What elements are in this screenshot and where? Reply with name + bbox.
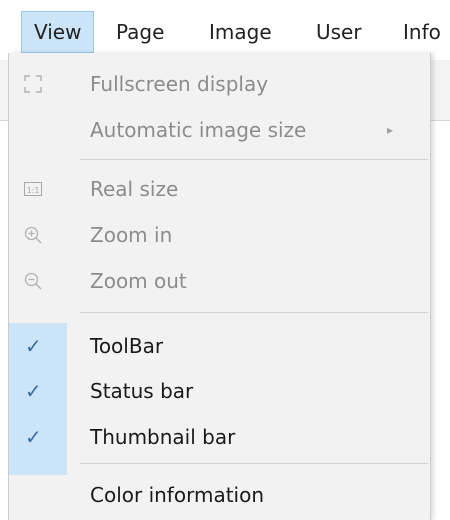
zoom-in-icon: [23, 225, 43, 245]
menu-separator: [80, 463, 428, 464]
checkmark-icon: ✓: [25, 379, 42, 403]
checkmark-icon: ✓: [25, 425, 42, 449]
menu-image[interactable]: Image: [197, 12, 284, 52]
menu-item-label: Zoom out: [90, 269, 187, 293]
fullscreen-icon: [23, 74, 43, 94]
zoom-out-icon: [23, 271, 43, 291]
menu-item-label: Thumbnail bar: [90, 425, 236, 449]
menu-user[interactable]: User: [304, 12, 374, 52]
svg-text:1:1: 1:1: [27, 186, 40, 195]
menu-item-color-information[interactable]: Color information: [9, 472, 429, 518]
menu-item-label: Zoom in: [90, 223, 173, 247]
menu-item-label: Color information: [90, 483, 265, 507]
menu-item-label: ToolBar: [90, 334, 164, 358]
menu-view[interactable]: View: [21, 11, 95, 53]
menu-item-zoom-out[interactable]: Zoom out: [9, 258, 429, 304]
view-dropdown-menu: Fullscreen display Automatic image size …: [8, 53, 431, 520]
menu-item-zoom-in[interactable]: Zoom in: [9, 212, 429, 258]
menu-item-real-size[interactable]: 1:1 Real size: [9, 166, 429, 212]
submenu-arrow-icon: ▸: [387, 123, 394, 137]
menu-item-status-bar[interactable]: ✓ Status bar: [9, 368, 429, 414]
menu-item-thumbnail-bar[interactable]: ✓ Thumbnail bar: [9, 414, 429, 460]
menu-bar: View Page Image User Info: [0, 0, 450, 60]
menu-item-label: Status bar: [90, 379, 194, 403]
menu-item-fullscreen-display[interactable]: Fullscreen display: [9, 61, 429, 107]
menu-item-label: Fullscreen display: [90, 72, 269, 96]
checkmark-icon: ✓: [25, 334, 42, 358]
real-size-icon: 1:1: [23, 179, 43, 199]
menu-separator: [80, 159, 428, 160]
menu-item-label: Automatic image size: [90, 118, 307, 142]
menu-item-automatic-image-size[interactable]: Automatic image size ▸: [9, 107, 429, 153]
menu-page[interactable]: Page: [104, 12, 176, 52]
menu-separator: [80, 312, 428, 313]
menu-item-label: Real size: [90, 177, 179, 201]
menu-info[interactable]: Info: [391, 12, 450, 52]
menu-item-toolbar[interactable]: ✓ ToolBar: [9, 323, 429, 369]
